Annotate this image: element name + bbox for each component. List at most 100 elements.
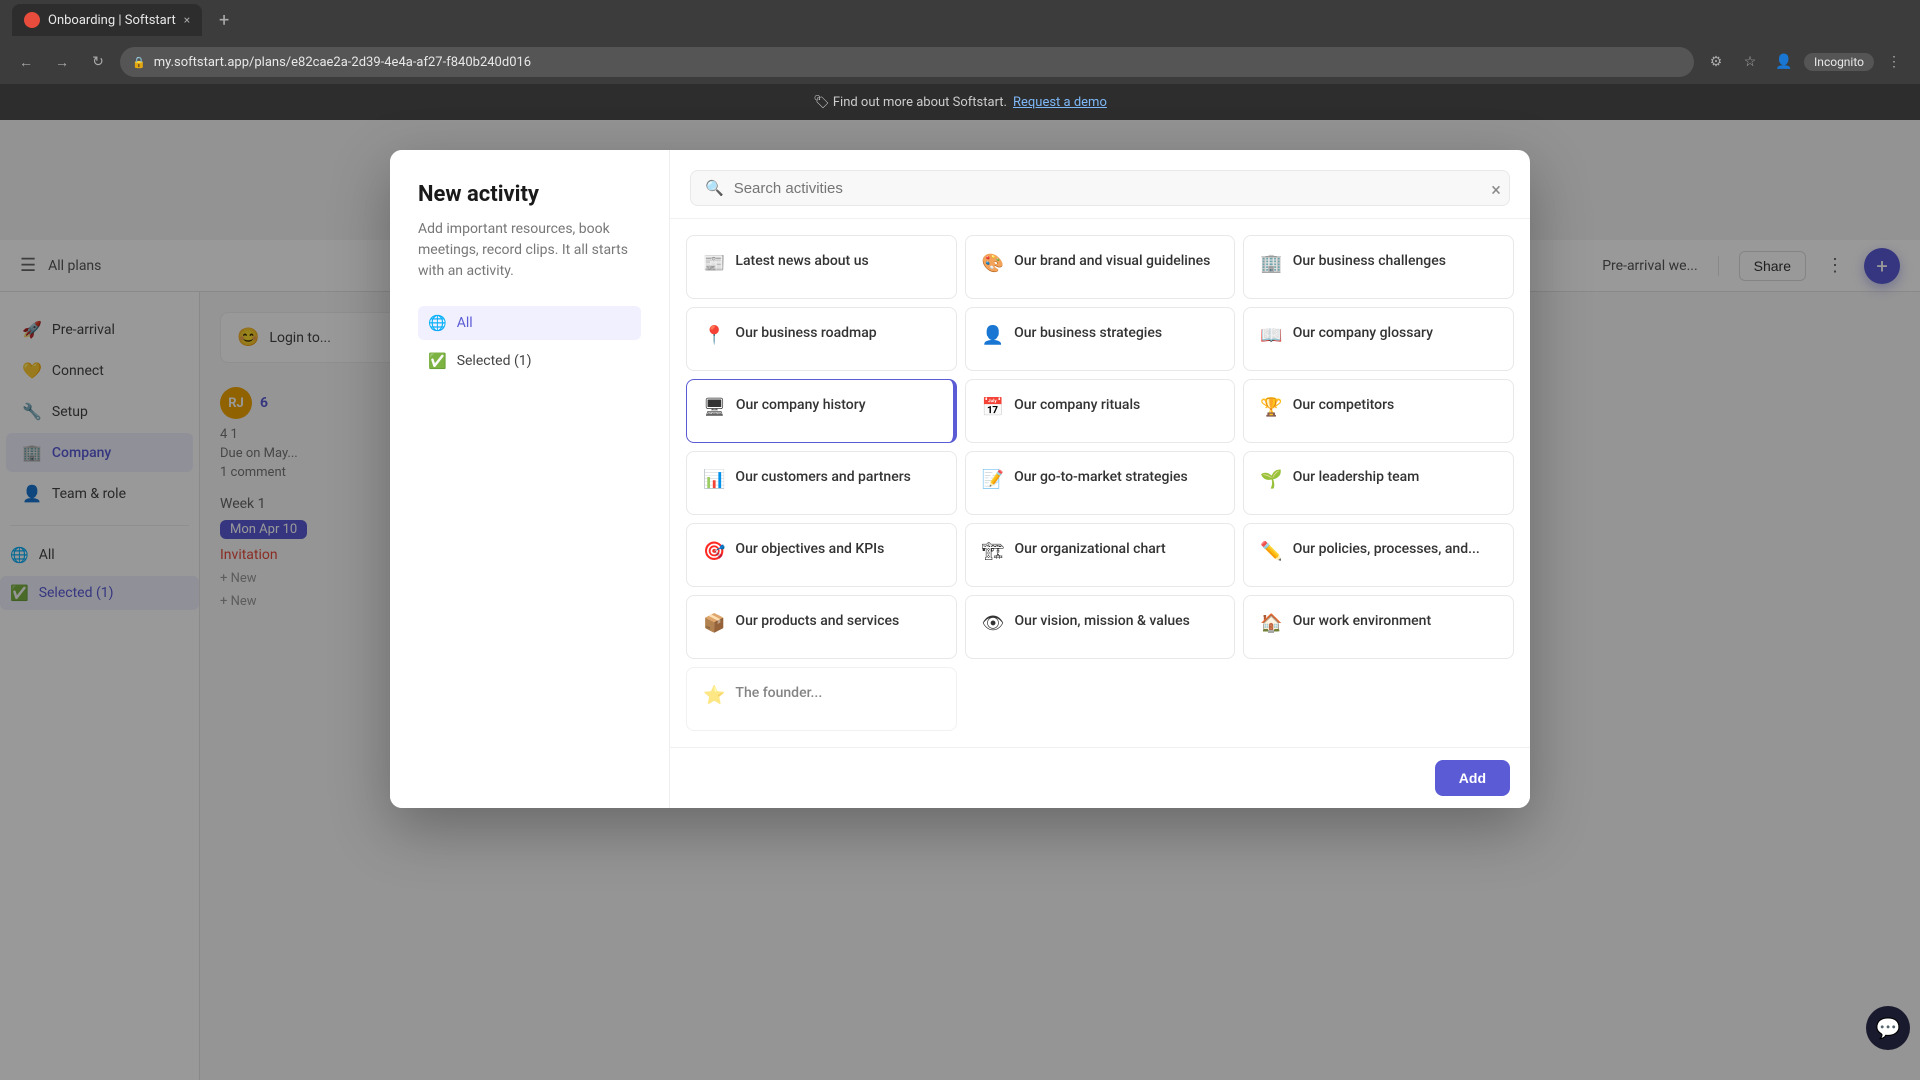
work-env-icon: 🏠: [1260, 613, 1282, 634]
modal-title: New activity: [418, 182, 641, 207]
objectives-icon: 🎯: [703, 541, 725, 562]
search-input[interactable]: [734, 180, 1495, 197]
modal-filter-all[interactable]: 🌐 All: [418, 306, 641, 340]
founder-icon: ⭐: [703, 685, 725, 706]
vision-icon: 👁: [982, 613, 1005, 634]
modal-search-area: 🔍 ×: [670, 150, 1530, 219]
activity-business-roadmap[interactable]: 📍 Our business roadmap: [686, 307, 957, 371]
chat-widget-button[interactable]: 💬: [1866, 1006, 1910, 1050]
activity-label: Our organizational chart: [1015, 540, 1166, 560]
activity-company-history[interactable]: 🖥 Our company history: [686, 379, 957, 443]
activity-label: Our leadership team: [1293, 468, 1420, 488]
filter-all-label: All: [457, 315, 473, 331]
competitors-icon: 🏆: [1260, 397, 1282, 418]
forward-button[interactable]: →: [48, 48, 76, 76]
activity-label: Our work environment: [1293, 612, 1431, 632]
browser-titlebar: Onboarding | Softstart × +: [0, 0, 1920, 40]
activity-label: Our brand and visual guidelines: [1014, 252, 1210, 272]
activity-latest-news[interactable]: 📰 Latest news about us: [686, 235, 957, 299]
lock-icon: 🔒: [132, 56, 146, 69]
bookmark-icon[interactable]: ☆: [1736, 48, 1764, 76]
activity-customers-partners[interactable]: 📊 Our customers and partners: [686, 451, 957, 515]
org-chart-icon: 🏗: [982, 541, 1005, 562]
rituals-icon: 📅: [982, 397, 1004, 418]
tab-favicon: [24, 12, 40, 28]
modal-filter-section: 🌐 All ✅ Selected (1): [418, 306, 641, 378]
modal-footer: Add: [670, 747, 1530, 808]
activity-work-environment[interactable]: 🏠 Our work environment: [1243, 595, 1514, 659]
notification-bar: 🏷 Find out more about Softstart. Request…: [0, 84, 1920, 120]
modal-filter-selected[interactable]: ✅ Selected (1): [418, 344, 641, 378]
modal-close-button[interactable]: ×: [1482, 176, 1510, 204]
history-icon: 🖥: [703, 397, 726, 418]
refresh-button[interactable]: ↻: [84, 48, 112, 76]
strategies-icon: 👤: [982, 325, 1004, 346]
activity-label: Our customers and partners: [735, 468, 910, 488]
policies-icon: ✏️: [1260, 541, 1282, 562]
activity-business-challenges[interactable]: 🏢 Our business challenges: [1243, 235, 1514, 299]
browser-tab[interactable]: Onboarding | Softstart ×: [12, 4, 202, 36]
tab-title: Onboarding | Softstart: [48, 13, 176, 28]
url-text: my.softstart.app/plans/e82cae2a-2d39-4e4…: [154, 55, 531, 70]
activity-label: Our policies, processes, and...: [1293, 540, 1480, 560]
incognito-label: Incognito: [1814, 55, 1864, 69]
activity-policies[interactable]: ✏️ Our policies, processes, and...: [1243, 523, 1514, 587]
activity-label: Our vision, mission & values: [1015, 612, 1190, 632]
address-bar[interactable]: 🔒 my.softstart.app/plans/e82cae2a-2d39-4…: [120, 47, 1694, 77]
activity-competitors[interactable]: 🏆 Our competitors: [1243, 379, 1514, 443]
activity-founder[interactable]: ⭐ The founder...: [686, 667, 957, 731]
activity-vision-mission[interactable]: 👁 Our vision, mission & values: [965, 595, 1236, 659]
activity-leadership-team[interactable]: 🌱 Our leadership team: [1243, 451, 1514, 515]
activity-label: The founder...: [735, 684, 822, 704]
filter-selected-label: Selected (1): [457, 353, 532, 369]
toolbar-actions: ⚙ ☆ 👤 Incognito ⋮: [1702, 48, 1908, 76]
notif-link[interactable]: Request a demo: [1013, 95, 1107, 110]
add-activity-button[interactable]: Add: [1435, 760, 1510, 796]
leadership-icon: 🌱: [1260, 469, 1282, 490]
activity-label: Our competitors: [1293, 396, 1395, 416]
activity-label: Latest news about us: [735, 252, 868, 272]
activity-org-chart[interactable]: 🏗 Our organizational chart: [965, 523, 1236, 587]
activity-label: Our business roadmap: [735, 324, 876, 344]
activity-label: Our company rituals: [1014, 396, 1140, 416]
modal-overlay[interactable]: New activity Add important resources, bo…: [0, 120, 1920, 1080]
check-selected-icon: ✅: [428, 352, 447, 370]
activity-go-to-market[interactable]: 📝 Our go-to-market strategies: [965, 451, 1236, 515]
activity-brand-guidelines[interactable]: 🎨 Our brand and visual guidelines: [965, 235, 1236, 299]
incognito-button[interactable]: Incognito: [1804, 53, 1874, 71]
search-icon: 🔍: [705, 179, 724, 197]
menu-icon[interactable]: ⋮: [1880, 48, 1908, 76]
activity-label: Our objectives and KPIs: [735, 540, 884, 560]
activity-label: Our products and services: [735, 612, 899, 632]
extensions-icon[interactable]: ⚙: [1702, 48, 1730, 76]
activity-label: Our go-to-market strategies: [1014, 468, 1188, 488]
back-button[interactable]: ←: [12, 48, 40, 76]
activity-objectives-kpis[interactable]: 🎯 Our objectives and KPIs: [686, 523, 957, 587]
activity-company-glossary[interactable]: 📖 Our company glossary: [1243, 307, 1514, 371]
customers-icon: 📊: [703, 469, 725, 490]
activity-company-rituals[interactable]: 📅 Our company rituals: [965, 379, 1236, 443]
activity-business-strategies[interactable]: 👤 Our business strategies: [965, 307, 1236, 371]
search-wrapper[interactable]: 🔍: [690, 170, 1510, 206]
new-tab-button[interactable]: +: [210, 6, 238, 34]
gtm-icon: 📝: [982, 469, 1004, 490]
challenges-icon: 🏢: [1260, 253, 1282, 274]
browser-toolbar: ← → ↻ 🔒 my.softstart.app/plans/e82cae2a-…: [0, 40, 1920, 84]
products-icon: 📦: [703, 613, 725, 634]
activity-label: Our company glossary: [1293, 324, 1433, 344]
tab-close-button[interactable]: ×: [184, 13, 190, 27]
notif-text: 🏷 Find out more about Softstart.: [813, 95, 1007, 110]
modal-description: Add important resources, book meetings, …: [418, 219, 641, 282]
globe-icon: 🌐: [428, 314, 447, 332]
activity-label: Our company history: [736, 396, 866, 416]
profile-icon[interactable]: 👤: [1770, 48, 1798, 76]
activities-grid: 📰 Latest news about us 🎨 Our brand and v…: [670, 219, 1530, 747]
activity-label: Our business challenges: [1293, 252, 1446, 272]
activity-products-services[interactable]: 📦 Our products and services: [686, 595, 957, 659]
new-activity-modal: New activity Add important resources, bo…: [390, 150, 1530, 808]
brand-icon: 🎨: [982, 253, 1004, 274]
modal-left-panel: New activity Add important resources, bo…: [390, 150, 670, 808]
glossary-icon: 📖: [1260, 325, 1282, 346]
roadmap-icon: 📍: [703, 325, 725, 346]
modal-right-panel: 🔍 × 📰 Latest news about us 🎨 Our brand a…: [670, 150, 1530, 808]
